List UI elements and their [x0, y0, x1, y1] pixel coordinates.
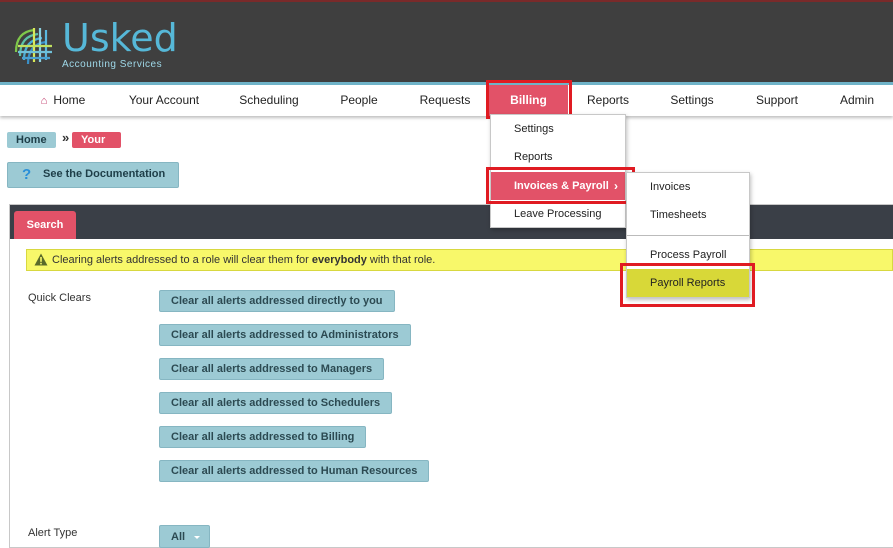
panel-tab-bar: Search: [10, 205, 893, 239]
warning-banner: Clearing alerts addressed to a role will…: [26, 249, 893, 271]
see-documentation-label: See the Documentation: [43, 168, 166, 180]
clear-billing-button[interactable]: Clear all alerts addressed to Billing: [159, 426, 367, 448]
nav-support[interactable]: Support: [751, 85, 803, 116]
nav-home[interactable]: ⌂ Home: [34, 85, 92, 116]
logo-wordmark: Usked: [62, 16, 178, 60]
breadcrumb-home[interactable]: Home: [7, 132, 56, 148]
nav-home-label: Home: [53, 93, 86, 107]
logo-tagline: Accounting Services: [62, 59, 163, 70]
chevron-down-icon: [194, 536, 200, 539]
nav-reports[interactable]: Reports: [582, 85, 634, 116]
nav-people[interactable]: People: [334, 85, 384, 116]
quick-clears-label: Quick Clears: [28, 292, 91, 304]
nav-your-account[interactable]: Your Account: [124, 85, 204, 116]
nav-scheduling[interactable]: Scheduling: [236, 85, 302, 116]
tab-search[interactable]: Search: [14, 211, 76, 239]
breadcrumb-separator: »: [62, 130, 70, 145]
submenu-invoices[interactable]: Invoices: [627, 173, 749, 201]
clear-managers-button[interactable]: Clear all alerts addressed to Managers: [159, 358, 385, 380]
warning-text-bold: everybody: [311, 254, 367, 266]
main-nav: ⌂ Home Your Account Scheduling People Req…: [0, 82, 893, 116]
warning-text-after: with that role.: [366, 254, 436, 266]
question-icon: ?: [22, 166, 32, 183]
submenu-timesheets[interactable]: Timesheets: [627, 201, 749, 229]
alert-type-value: All: [171, 531, 186, 543]
home-icon: ⌂: [40, 95, 48, 107]
submenu-divider: [627, 235, 749, 236]
nav-requests[interactable]: Requests: [414, 85, 476, 116]
alert-type-label: Alert Type: [28, 527, 78, 539]
see-documentation-button[interactable]: ? See the Documentation: [7, 162, 179, 188]
clear-direct-button[interactable]: Clear all alerts addressed directly to y…: [159, 290, 395, 312]
breadcrumb-current: Your Alerts: [72, 132, 122, 162]
nav-admin[interactable]: Admin: [834, 85, 880, 116]
logo-icon: [14, 28, 52, 65]
clear-administrators-button[interactable]: Clear all alerts addressed to Administra…: [159, 324, 411, 346]
billing-menu-settings[interactable]: Settings: [491, 115, 625, 143]
alert-type-dropdown[interactable]: All: [159, 525, 210, 548]
warning-text-before: Clearing alerts addressed to a role will…: [52, 254, 312, 266]
billing-menu-leave-processing[interactable]: Leave Processing: [491, 200, 625, 228]
payroll-reports-highlight-box: [620, 263, 755, 307]
clear-human-resources-button[interactable]: Clear all alerts addressed to Human Reso…: [159, 460, 430, 482]
invoices-payroll-highlight-box: [486, 167, 635, 204]
app-header: Usked Accounting Services: [0, 0, 893, 82]
clear-schedulers-button[interactable]: Clear all alerts addressed to Schedulers: [159, 392, 393, 414]
warning-icon: [34, 253, 48, 266]
nav-settings[interactable]: Settings: [666, 85, 718, 116]
